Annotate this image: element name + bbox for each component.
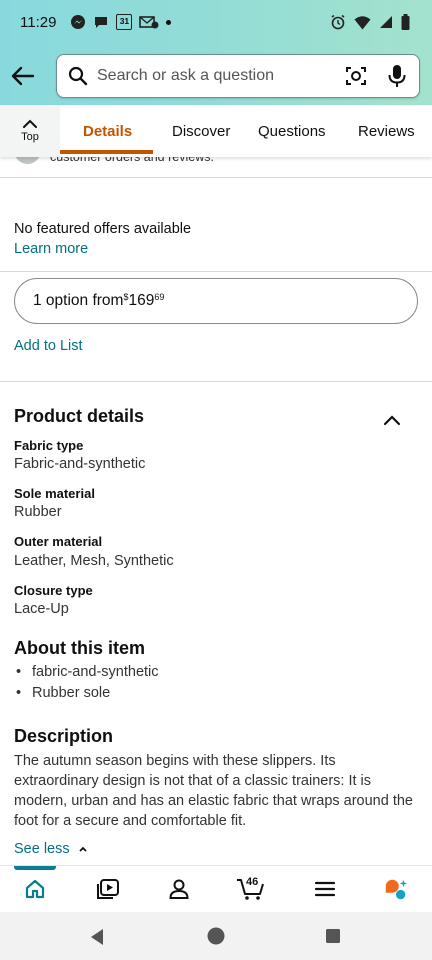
system-navigation-bar (0, 912, 432, 960)
system-home-icon[interactable] (207, 927, 225, 945)
product-details-heading: Product details (14, 406, 145, 426)
search-icon (67, 65, 89, 87)
mail-icon (139, 16, 159, 29)
messenger-icon (71, 15, 86, 29)
detail-label: Closure type (14, 583, 93, 598)
back-arrow-icon (11, 66, 35, 86)
alarm-icon (331, 14, 345, 30)
active-tab-indicator (60, 150, 153, 154)
option-prefix: 1 option from (33, 292, 124, 309)
bullet-text: fabric-and-synthetic (32, 664, 159, 680)
account-icon[interactable] (166, 876, 192, 902)
rufus-icon[interactable] (383, 876, 409, 902)
status-time: 11:29 (20, 13, 57, 31)
signal-icon (380, 16, 392, 28)
tab-questions[interactable]: Questions (258, 105, 326, 157)
chat-icon (95, 17, 108, 28)
tab-top[interactable]: Top (0, 105, 60, 157)
detail-label: Fabric type (14, 438, 84, 453)
price-currency: $ (123, 292, 129, 302)
about-item-heading: About this item (14, 638, 145, 658)
divider (0, 271, 432, 272)
detail-value: Leather, Mesh, Synthetic (14, 553, 174, 569)
wifi-icon (354, 15, 371, 29)
detail-value: Lace-Up (14, 601, 69, 617)
detail-value: Rubber (14, 504, 62, 520)
bullet-text: Rubber sole (32, 685, 111, 701)
list-item: Rubber sole (16, 685, 111, 701)
learn-more-link[interactable]: Learn more (14, 241, 88, 257)
system-recents-icon[interactable] (325, 928, 341, 944)
see-less-label: See less (14, 841, 70, 857)
list-item: fabric-and-synthetic (16, 664, 159, 680)
search-bar[interactable] (56, 54, 420, 98)
see-less-link[interactable]: See less (14, 841, 88, 857)
description-text: The autumn season begins with these slip… (14, 753, 413, 829)
description-heading: Description (14, 726, 114, 746)
tab-reviews[interactable]: Reviews (358, 105, 415, 157)
detail-label: Outer material (14, 534, 103, 549)
no-offers-text: No featured offers available (14, 221, 192, 237)
notification-dot (166, 19, 172, 25)
bottom-navigation (0, 865, 432, 912)
tab-top-label: Top (21, 131, 39, 143)
battery-icon (401, 14, 410, 30)
back-button[interactable] (8, 58, 38, 94)
add-to-list-link[interactable]: Add to List (14, 338, 83, 354)
status-bar: 11:29 31 (0, 0, 432, 44)
chevron-up-icon (23, 119, 37, 128)
price-fraction: 69 (154, 292, 165, 302)
calendar-icon: 31 (116, 14, 133, 30)
price-whole: 169 (128, 292, 155, 309)
chevron-up-icon[interactable] (382, 413, 402, 427)
divider (0, 381, 432, 382)
camera-scan-icon[interactable] (345, 65, 367, 87)
buying-options-button[interactable]: 1 option from $169 69 (14, 278, 418, 324)
search-row (0, 52, 432, 100)
search-input[interactable] (97, 67, 327, 85)
detail-label: Sole material (14, 486, 95, 501)
system-back-icon[interactable] (89, 928, 105, 946)
chevron-up-icon (79, 846, 87, 852)
home-icon[interactable] (22, 876, 48, 902)
cart-count-badge: 46 (246, 876, 259, 888)
tab-discover[interactable]: Discover (172, 105, 230, 157)
detail-value: Fabric-and-synthetic (14, 456, 146, 472)
microphone-icon[interactable] (387, 64, 407, 88)
active-nav-indicator (14, 866, 56, 870)
menu-icon[interactable] (312, 876, 338, 902)
video-icon[interactable] (95, 876, 121, 902)
